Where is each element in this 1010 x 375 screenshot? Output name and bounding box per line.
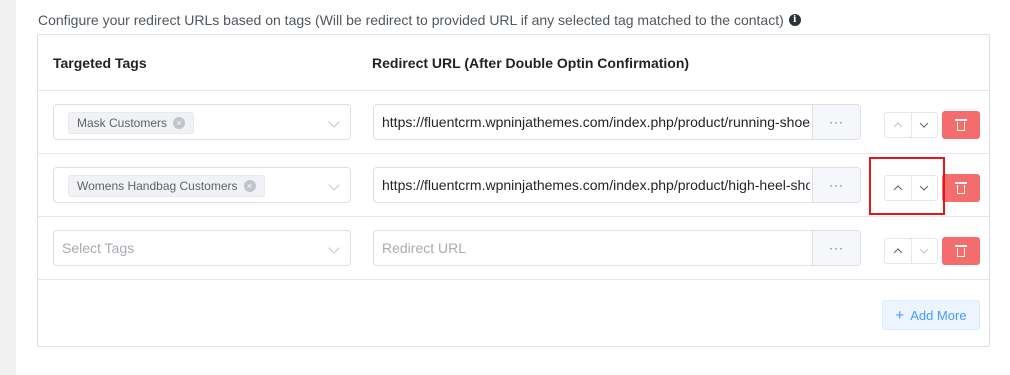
heading-text: Configure your redirect URLs based on ta… bbox=[38, 12, 784, 28]
delete-row-button[interactable] bbox=[942, 237, 980, 265]
url-options-button[interactable]: ··· bbox=[812, 105, 860, 139]
tag-select[interactable]: Select Tags bbox=[53, 230, 351, 266]
redirect-url-input[interactable]: Redirect URL ··· bbox=[373, 230, 861, 266]
add-more-label: Add More bbox=[910, 307, 967, 323]
trash-icon bbox=[955, 119, 967, 131]
tag-chip: Womens Handbag Customers × bbox=[68, 175, 265, 197]
tag-select-placeholder: Select Tags bbox=[62, 240, 135, 256]
redirect-table: Targeted Tags Redirect URL (After Double… bbox=[37, 34, 990, 347]
trash-icon bbox=[955, 182, 967, 194]
delete-row-button[interactable] bbox=[942, 174, 980, 202]
table-row: Select Tags Redirect URL ··· bbox=[38, 217, 989, 280]
reorder-buttons bbox=[884, 112, 938, 138]
tag-remove-icon[interactable]: × bbox=[243, 180, 256, 192]
move-up-button[interactable] bbox=[885, 113, 911, 137]
redirect-url-placeholder: Redirect URL bbox=[382, 240, 467, 256]
tag-select[interactable]: Mask Customers × bbox=[53, 104, 351, 140]
column-header-tags: Targeted Tags bbox=[53, 55, 147, 71]
info-icon[interactable]: i bbox=[788, 14, 801, 26]
tag-remove-icon[interactable]: × bbox=[173, 117, 186, 129]
table-row: Womens Handbag Customers × https://fluen… bbox=[38, 154, 989, 217]
chevron-down-icon bbox=[920, 119, 929, 128]
tag-select[interactable]: Womens Handbag Customers × bbox=[53, 167, 351, 203]
plus-icon: + bbox=[895, 306, 905, 324]
chevron-up-icon bbox=[893, 122, 902, 131]
redirect-url-input[interactable]: https://fluentcrm.wpninjathemes.com/inde… bbox=[373, 167, 861, 203]
redirect-url-value: https://fluentcrm.wpninjathemes.com/inde… bbox=[382, 114, 810, 130]
tag-chip: Mask Customers × bbox=[68, 112, 195, 134]
url-options-button[interactable]: ··· bbox=[812, 168, 860, 202]
chevron-down-icon bbox=[920, 245, 929, 254]
move-down-button[interactable] bbox=[910, 113, 938, 137]
tag-chip-label: Womens Handbag Customers bbox=[77, 179, 238, 193]
section-heading: Configure your redirect URLs based on ta… bbox=[38, 12, 801, 28]
delete-row-button[interactable] bbox=[942, 111, 980, 139]
highlight-annotation bbox=[869, 157, 945, 215]
tag-chip-label: Mask Customers bbox=[77, 116, 168, 130]
reorder-buttons bbox=[884, 238, 938, 264]
table-header: Targeted Tags Redirect URL (After Double… bbox=[38, 35, 989, 91]
trash-icon bbox=[955, 245, 967, 257]
url-options-button[interactable]: ··· bbox=[812, 231, 860, 265]
chevron-up-icon bbox=[893, 248, 902, 257]
table-row: Mask Customers × https://fluentcrm.wpnin… bbox=[38, 91, 989, 154]
move-down-button[interactable] bbox=[910, 239, 938, 263]
redirect-url-value: https://fluentcrm.wpninjathemes.com/inde… bbox=[382, 177, 810, 193]
redirect-url-input[interactable]: https://fluentcrm.wpninjathemes.com/inde… bbox=[373, 104, 861, 140]
column-header-url: Redirect URL (After Double Optin Confirm… bbox=[372, 55, 690, 71]
add-more-button[interactable]: + Add More bbox=[882, 300, 980, 330]
chevron-down-icon bbox=[328, 116, 340, 128]
move-up-button[interactable] bbox=[885, 239, 911, 263]
chevron-down-icon bbox=[328, 242, 340, 254]
chevron-down-icon bbox=[328, 179, 340, 191]
